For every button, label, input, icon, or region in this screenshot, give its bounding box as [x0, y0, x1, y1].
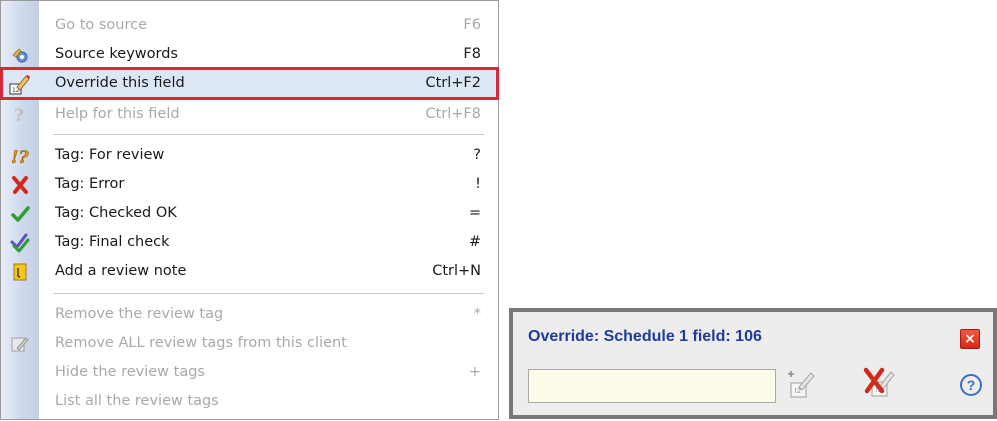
- help-icon: ?: [966, 377, 976, 393]
- menu-item-label: Tag: Final check: [55, 234, 170, 250]
- menu-item-shortcut: F6: [463, 17, 481, 33]
- menu-item-go-to-source[interactable]: Go to source F6: [2, 11, 497, 40]
- double-check-icon: [9, 232, 31, 254]
- menu-item-remove-review-tag[interactable]: Remove the review tag *: [2, 300, 497, 329]
- menu-item-label: Override this field: [55, 75, 185, 91]
- menu-item-label: Tag: For review: [55, 147, 165, 163]
- menu-item-shortcut: Ctrl+F2: [425, 75, 481, 91]
- menu-item-label: Remove ALL review tags from this client: [55, 335, 347, 351]
- menu-item-tag-checked-ok[interactable]: Tag: Checked OK =: [2, 199, 497, 228]
- help-question-icon: ?: [9, 104, 31, 126]
- green-check-icon: [9, 203, 31, 225]
- close-icon: ×: [964, 331, 976, 347]
- menu-item-label: Source keywords: [55, 46, 178, 62]
- menu-item-shortcut: F8: [463, 46, 481, 62]
- menu-item-source-keywords[interactable]: Source keywords F8: [2, 40, 497, 69]
- blank-icon: [9, 304, 31, 326]
- menu-item-label: Remove the review tag: [55, 306, 224, 322]
- menu-item-label: Go to source: [55, 17, 148, 33]
- menu-item-tag-error[interactable]: Tag: Error !: [2, 170, 497, 199]
- menu-item-override-field[interactable]: 12 Override this field Ctrl+F2: [0, 67, 499, 100]
- help-button[interactable]: ?: [960, 374, 982, 396]
- svg-text:!?: !?: [11, 148, 29, 166]
- remove-override-icon: !2: [862, 367, 896, 405]
- close-button[interactable]: ×: [960, 329, 980, 349]
- menu-item-label: Tag: Checked OK: [55, 205, 177, 221]
- menu-item-shortcut: !: [475, 176, 481, 192]
- menu-item-list-review-tags[interactable]: List all the review tags: [2, 387, 497, 416]
- menu-item-add-review-note[interactable]: Add a review note Ctrl+N: [2, 257, 497, 286]
- dialog-title: Override: Schedule 1 field: 106: [528, 328, 762, 345]
- menu-item-shortcut: Ctrl+F8: [425, 106, 481, 122]
- context-menu: Go to source F6 Source keywords F8 12 Ov…: [0, 0, 499, 420]
- menu-item-shortcut: #: [468, 234, 481, 250]
- add-override-icon: !2: [785, 368, 817, 404]
- blank-icon: [9, 15, 31, 37]
- apply-override-button[interactable]: !2: [782, 367, 820, 405]
- svg-text:?: ?: [14, 106, 24, 125]
- blank-icon: [9, 362, 31, 384]
- menu-item-tag-final-check[interactable]: Tag: Final check #: [2, 228, 497, 257]
- menu-item-shortcut: =: [468, 205, 481, 221]
- override-dialog: Override: Schedule 1 field: 106 × !2 !2 …: [509, 308, 997, 419]
- review-question-icon: !?: [9, 145, 31, 167]
- menu-separator: [53, 293, 484, 295]
- menu-item-shortcut: +: [468, 364, 481, 380]
- red-x-icon: [9, 174, 31, 196]
- review-note-icon: [9, 261, 31, 283]
- keywords-icon: [9, 44, 31, 66]
- override-pencil-icon: 12: [9, 73, 31, 95]
- menu-item-shortcut: Ctrl+N: [432, 263, 481, 279]
- menu-item-help-field[interactable]: ? Help for this field Ctrl+F8: [2, 100, 497, 129]
- menu-item-label: Tag: Error: [55, 176, 125, 192]
- menu-item-shortcut: ?: [473, 147, 481, 163]
- blank-icon: [9, 391, 31, 413]
- menu-item-label: List all the review tags: [55, 393, 219, 409]
- menu-item-label: Hide the review tags: [55, 364, 205, 380]
- menu-item-label: Add a review note: [55, 263, 187, 279]
- override-value-input[interactable]: [528, 369, 776, 403]
- menu-item-shortcut: *: [473, 306, 481, 322]
- menu-item-hide-review-tags[interactable]: Hide the review tags +: [2, 358, 497, 387]
- menu-item-tag-for-review[interactable]: !? Tag: For review ?: [2, 141, 497, 170]
- menu-item-label: Help for this field: [55, 106, 180, 122]
- remove-override-button[interactable]: !2: [860, 367, 898, 405]
- menu-item-remove-all-tags[interactable]: Remove ALL review tags from this client: [2, 329, 497, 358]
- menu-separator: [53, 134, 484, 136]
- remove-all-tags-icon: [9, 333, 31, 355]
